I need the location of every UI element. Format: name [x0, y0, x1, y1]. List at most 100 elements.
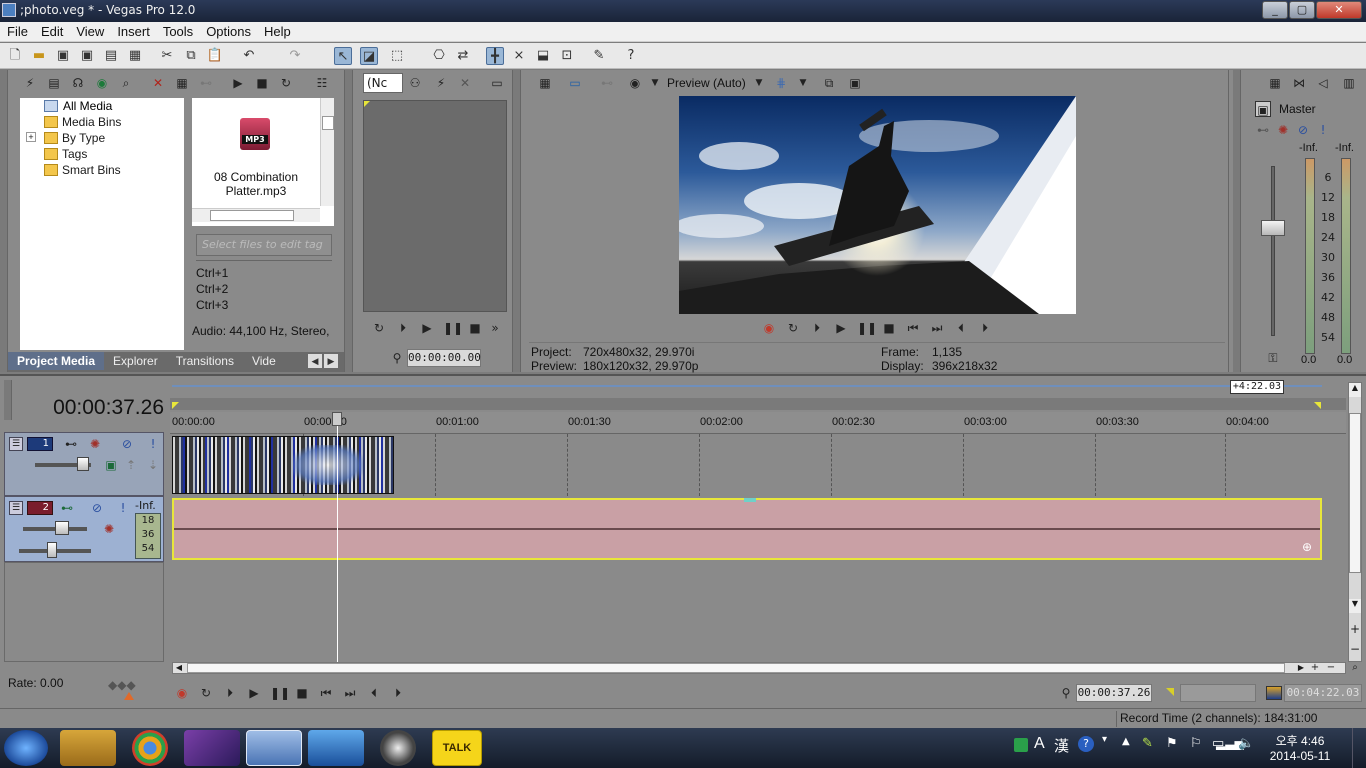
- redo-icon[interactable]: ↷: [286, 47, 304, 65]
- tray-volume-icon[interactable]: 🔈: [1238, 736, 1254, 751]
- rate-marker-icon[interactable]: [124, 692, 134, 700]
- tree-item-tags[interactable]: Tags: [20, 146, 184, 162]
- tag-input[interactable]: Select files to edit tag: [196, 234, 332, 256]
- timeline-grip[interactable]: [4, 380, 12, 420]
- track-area[interactable]: ⊕: [170, 412, 1346, 662]
- copy-snapshot-icon[interactable]: ⧉: [821, 75, 837, 91]
- explorer-taskbar-icon[interactable]: [60, 730, 116, 766]
- track-header-audio[interactable]: ☰ 2 ⊷ ⊘ ! -Inf. ✺ 18 36 54: [4, 496, 164, 562]
- tabs-scroll-right-icon[interactable]: ▶: [324, 354, 338, 368]
- tab-project-media[interactable]: Project Media: [8, 352, 105, 370]
- split-dropdown-icon[interactable]: ▼: [647, 75, 663, 91]
- import-media-icon[interactable]: ⚡: [22, 75, 38, 91]
- pane-grip[interactable]: [345, 70, 353, 372]
- cut-icon[interactable]: ✂: [158, 47, 176, 65]
- tree-item-smart-bins[interactable]: Smart Bins: [20, 162, 184, 178]
- marker-bar[interactable]: [170, 398, 1346, 410]
- track1-composite-icon[interactable]: ⊷: [63, 436, 79, 452]
- lock-envelopes-icon[interactable]: ⇄: [454, 47, 472, 65]
- track1-fx-icon[interactable]: ✺: [87, 436, 103, 452]
- timeline-go-start-icon[interactable]: ⏮: [318, 685, 334, 701]
- preview-properties-icon[interactable]: ▦: [537, 75, 553, 91]
- track2-fx-icon[interactable]: ✺: [101, 521, 117, 537]
- auto-crossfade-icon[interactable]: ⨯: [510, 47, 528, 65]
- menu-help[interactable]: Help: [257, 22, 297, 39]
- overlays-icon[interactable]: ⋕: [773, 75, 789, 91]
- menu-tools[interactable]: Tools: [156, 22, 199, 39]
- master-fx-icon[interactable]: ✺: [1275, 122, 1291, 138]
- tray-pen-icon[interactable]: ✎: [1142, 736, 1153, 751]
- tabs-scroll-left-icon[interactable]: ◀: [308, 354, 322, 368]
- master-solo-icon[interactable]: !: [1315, 122, 1331, 138]
- track1-solo-icon[interactable]: !: [145, 436, 161, 452]
- trimmer-open-icon[interactable]: ⚡: [433, 75, 449, 91]
- tab-explorer[interactable]: Explorer: [104, 352, 167, 370]
- render-as-icon[interactable]: ▤: [102, 47, 120, 65]
- trimmer-dropdown[interactable]: (Nc: [363, 73, 403, 93]
- media-player-taskbar-icon[interactable]: [308, 730, 364, 766]
- loop-region-bar[interactable]: [172, 382, 1322, 390]
- master-lock-icon[interactable]: ⚿: [1265, 350, 1281, 366]
- playhead[interactable]: [337, 412, 338, 662]
- media-properties-icon[interactable]: ▦: [174, 75, 190, 91]
- preview-loop-icon[interactable]: ↻: [785, 320, 801, 336]
- file-list-vscroll[interactable]: [320, 98, 334, 206]
- split-screen-icon[interactable]: ◉: [627, 75, 643, 91]
- menu-view[interactable]: View: [69, 22, 110, 39]
- loop-end-marker-icon[interactable]: [1314, 402, 1321, 409]
- master-mute-icon[interactable]: ⊘: [1295, 122, 1311, 138]
- vegas-alt-taskbar-icon[interactable]: [184, 730, 240, 766]
- zoom-icon[interactable]: ⊡: [558, 47, 576, 65]
- trimmer-more-icon[interactable]: »: [487, 320, 503, 336]
- new-project-icon[interactable]: 🗋: [6, 47, 24, 65]
- media-file-name[interactable]: 08 Combination Platter.mp3: [206, 170, 306, 198]
- trimmer-clear-icon[interactable]: ✕: [457, 75, 473, 91]
- menu-file[interactable]: File: [0, 22, 34, 39]
- media-fx-icon[interactable]: ⊷: [198, 75, 214, 91]
- trimmer-loop-icon[interactable]: ↻: [371, 320, 387, 336]
- timeline-record-icon[interactable]: ◉: [174, 685, 190, 701]
- menu-options[interactable]: Options: [199, 22, 257, 39]
- tree-item-media-bins[interactable]: Media Bins: [20, 114, 184, 130]
- overlays-dropdown-icon[interactable]: ▼: [795, 75, 811, 91]
- vegas-pro-taskbar-icon[interactable]: [246, 730, 302, 766]
- track2-mute-icon[interactable]: ⊘: [89, 500, 105, 516]
- tree-item-all-media[interactable]: All Media: [20, 98, 184, 114]
- menu-edit[interactable]: Edit: [34, 22, 69, 39]
- tray-action-center-icon[interactable]: ⚑: [1166, 736, 1178, 751]
- cursor-time-field[interactable]: 00:00:37.26: [1076, 684, 1152, 702]
- undo-icon[interactable]: ↶: [240, 47, 258, 65]
- audio-event[interactable]: ⊕: [172, 498, 1322, 560]
- timeline-prev-frame-icon[interactable]: ⏴: [366, 685, 382, 701]
- tray-flag-icon[interactable]: ⚐: [1190, 736, 1202, 751]
- help-tray-icon[interactable]: ?: [1078, 736, 1094, 752]
- menu-insert[interactable]: Insert: [110, 22, 156, 39]
- whats-this-help-icon[interactable]: ?: [622, 47, 640, 65]
- timeline-pause-icon[interactable]: ❚❚: [270, 685, 290, 701]
- playhead-handle[interactable]: [332, 412, 342, 426]
- trimmer-pause-icon[interactable]: ❚❚: [443, 320, 463, 336]
- preview-record-icon[interactable]: ◉: [761, 320, 777, 336]
- preview-pause-icon[interactable]: ❚❚: [857, 320, 877, 336]
- get-web-media-icon[interactable]: ◉: [94, 75, 110, 91]
- timeline-play-from-start-icon[interactable]: ⏵: [222, 685, 238, 701]
- timeline-hscroll[interactable]: ◀ ▶ + −: [172, 662, 1346, 674]
- preview-prev-frame-icon[interactable]: ⏴: [953, 320, 969, 336]
- open-icon[interactable]: ▬: [30, 47, 48, 65]
- auto-preview-icon[interactable]: ↻: [278, 75, 294, 91]
- track-collapse-icon[interactable]: ☰: [9, 437, 23, 451]
- master-fx-chain-icon[interactable]: ⊷: [1255, 122, 1271, 138]
- timeline-next-frame-icon[interactable]: ⏵: [390, 685, 406, 701]
- timeline-play-icon[interactable]: ▶: [246, 685, 262, 701]
- preview-play-from-start-icon[interactable]: ⏵: [809, 320, 825, 336]
- auto-ripple-icon[interactable]: ⎔: [430, 47, 448, 65]
- end-time-field[interactable]: 00:04:22.03: [1284, 684, 1362, 702]
- timeline-loop-icon[interactable]: ↻: [198, 685, 214, 701]
- ignore-grouping-icon[interactable]: ⬓: [534, 47, 552, 65]
- rate-slider-icon[interactable]: ◆◆◆: [108, 678, 136, 692]
- start-button[interactable]: [4, 730, 48, 766]
- track1-opacity-thumb[interactable]: [77, 457, 89, 471]
- track1-mute-icon[interactable]: ⊘: [119, 436, 135, 452]
- get-media-icon[interactable]: ☊: [70, 75, 86, 91]
- copy-icon[interactable]: ⧉: [182, 47, 200, 65]
